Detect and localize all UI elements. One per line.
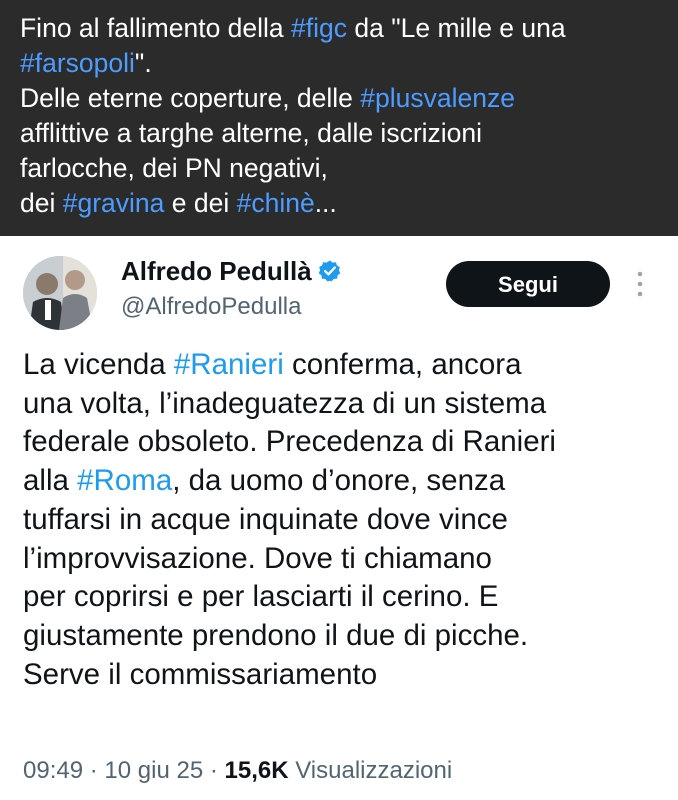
- caption-hashtag-link[interactable]: #chinè: [237, 188, 315, 218]
- tweet-text-segment: una volta, l’inadeguatezza di un sistema: [23, 386, 547, 420]
- avatar-photo: [23, 256, 97, 330]
- follow-button[interactable]: Segui: [446, 261, 610, 307]
- caption-text: ...: [314, 188, 337, 218]
- verified-badge-icon: [318, 259, 342, 290]
- tweet-line: La vicenda #Ranieri conferma, ancora: [23, 346, 663, 385]
- tweet-line: tuffarsi in acque inquinate dove vince: [23, 501, 663, 540]
- tweet-text-segment: giustamente prendono il due di picche.: [23, 618, 529, 652]
- tweet-date[interactable]: 10 giu 25: [104, 757, 203, 784]
- author-name-text[interactable]: Alfredo Pedullà: [121, 256, 312, 286]
- caption-text: farlocche, dei PN negativi,: [20, 153, 328, 183]
- tweet-text-segment: conferma, ancora: [283, 348, 522, 381]
- tweet-line: una volta, l’inadeguatezza di un sistema: [23, 385, 663, 424]
- hashtag-link[interactable]: #Roma: [77, 464, 172, 497]
- caption-line: Fino al fallimento della #figc da "Le mi…: [20, 11, 664, 46]
- caption-line: farlocche, dei PN negativi,: [20, 151, 664, 186]
- caption-hashtag-link[interactable]: #figc: [291, 13, 347, 43]
- avatar[interactable]: [23, 256, 97, 330]
- caption-line: dei #gravina e dei #chinè...: [20, 186, 664, 221]
- tweet-text-segment: tuffarsi in acque inquinate dove vince: [23, 502, 508, 536]
- meta-separator: ·: [209, 757, 218, 784]
- post-caption: Fino al fallimento della #figc da "Le mi…: [0, 0, 678, 236]
- author-handle[interactable]: @AlfredoPedulla: [121, 293, 301, 321]
- views-label: Visualizzazioni: [295, 757, 453, 784]
- tweet-line: per coprirsi e per lasciarti il cerino. …: [23, 578, 663, 617]
- tweet-meta: 09:49 · 10 giu 25 · 15,6K Visualizzazion…: [23, 757, 452, 785]
- caption-line: afflittive a targhe alterne, dalle iscri…: [20, 116, 664, 151]
- tweet-text-segment: alla: [23, 464, 78, 498]
- tweet-time[interactable]: 09:49: [23, 757, 83, 784]
- author-name[interactable]: Alfredo Pedullà: [121, 256, 342, 290]
- tweet-line: federale obsoleto. Precedenza di Ranieri: [23, 423, 663, 462]
- caption-text: Fino al fallimento della: [20, 13, 292, 43]
- caption-line: Delle eterne coperture, delle #plusvalen…: [20, 81, 664, 116]
- caption-text: da "Le mille e una: [347, 13, 566, 43]
- tweet-text-segment: l’improvvisazione. Dove ti chiamano: [23, 541, 492, 575]
- caption-hashtag-link[interactable]: #farsopoli: [20, 48, 135, 78]
- views-count: 15,6K: [224, 757, 289, 784]
- caption-hashtag-link[interactable]: #gravina: [63, 188, 165, 218]
- tweet-text-segment: federale obsoleto. Precedenza di Ranieri: [23, 425, 556, 459]
- meta-separator: ·: [89, 757, 98, 784]
- caption-text: dei: [20, 188, 63, 218]
- caption-text: ".: [134, 48, 152, 78]
- caption-hashtag-link[interactable]: #plusvalenze: [360, 83, 515, 113]
- tweet-text-segment: Serve il commissariamento: [23, 657, 378, 691]
- caption-text: afflittive a targhe alterne, dalle iscri…: [20, 118, 483, 148]
- caption-text: Delle eterne coperture, delle: [20, 83, 361, 113]
- tweet-line: alla #Roma, da uomo d’onore, senza: [23, 462, 663, 501]
- tweet-text-segment: , da uomo d’onore, senza: [172, 464, 506, 498]
- caption-line: #farsopoli".: [20, 46, 664, 81]
- tweet-line: l’improvvisazione. Dove ti chiamano: [23, 540, 663, 579]
- tweet-text-segment: La vicenda: [23, 348, 174, 381]
- caption-text: e dei: [164, 188, 237, 218]
- embedded-tweet[interactable]: Alfredo Pedullà @AlfredoPedulla Segui La…: [0, 236, 678, 800]
- tweet-line: giustamente prendono il due di picche.: [23, 617, 663, 656]
- tweet-text-segment: per coprirsi e per lasciarti il cerino. …: [23, 580, 499, 614]
- more-vertical-icon[interactable]: [630, 266, 650, 302]
- tweet-line: Serve il commissariamento: [23, 656, 663, 695]
- hashtag-link[interactable]: #Ranieri: [174, 348, 284, 381]
- tweet-text: La vicenda #Ranieri conferma, ancora una …: [23, 346, 663, 694]
